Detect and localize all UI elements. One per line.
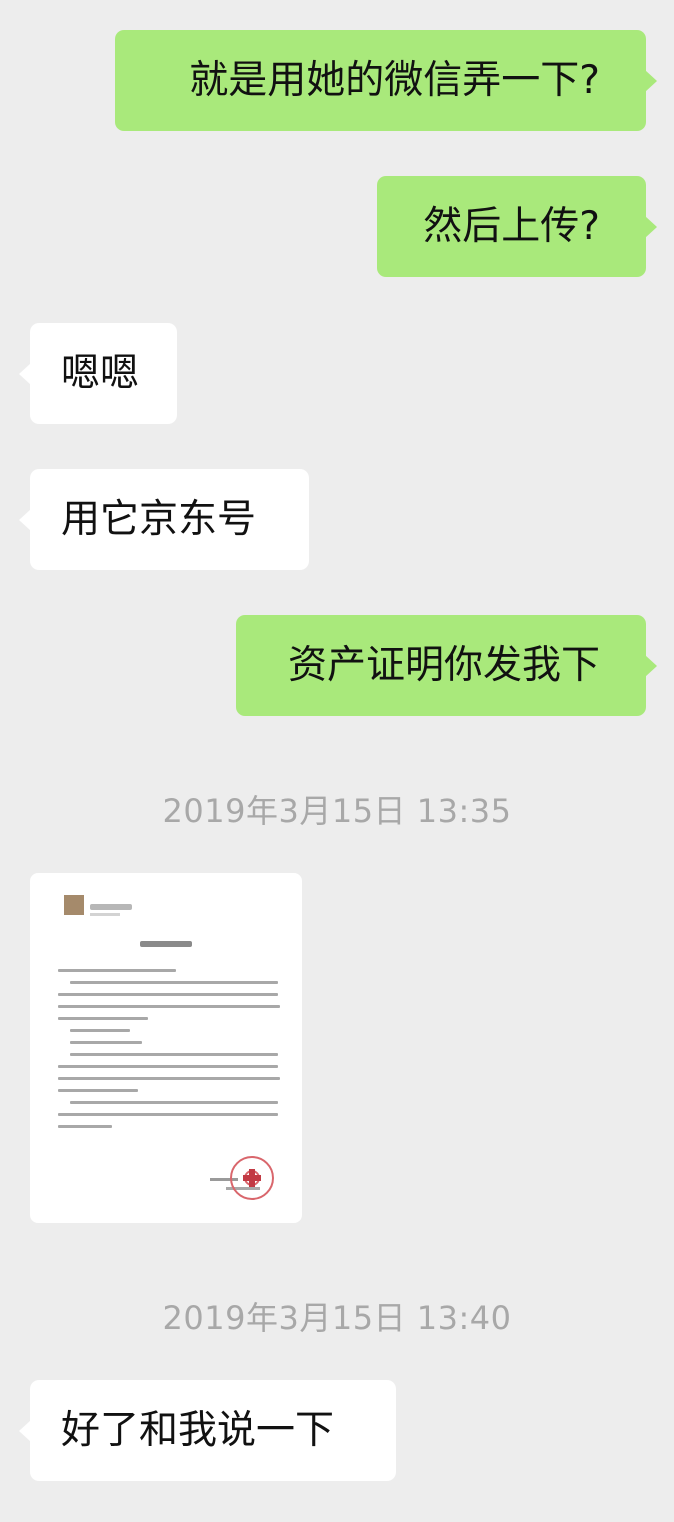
document-text-line <box>58 1017 148 1020</box>
document-text-line <box>70 1029 130 1032</box>
image-message[interactable] <box>30 873 302 1223</box>
timestamp: 2019年3月15日 13:40 <box>162 1299 512 1337</box>
document-text-line <box>70 981 278 984</box>
document-text-line <box>58 1005 280 1008</box>
document-text-line <box>58 993 278 996</box>
message-text: 资产证明你发我下 <box>287 643 600 688</box>
document-text-line <box>58 1089 138 1092</box>
message-text: 然后上传? <box>423 204 600 249</box>
seal-cross <box>243 1175 261 1181</box>
message-text: 好了和我说一下 <box>61 1408 335 1453</box>
document-title <box>140 941 192 947</box>
document-text-line <box>70 1101 278 1104</box>
message-bubble-outgoing[interactable]: 就是用她的微信弄一下? <box>115 30 657 131</box>
document-logo-subtext <box>90 913 120 916</box>
message-text: 嗯嗯 <box>61 351 140 396</box>
document-logo <box>64 895 84 915</box>
message-text: 用它京东号 <box>61 497 257 542</box>
document-text-line <box>58 1077 280 1080</box>
message-bubble-incoming[interactable]: 嗯嗯 <box>19 323 177 424</box>
document-text-line <box>58 1125 112 1128</box>
message-bubble-outgoing[interactable]: 然后上传? <box>377 176 657 277</box>
message-bubble-incoming[interactable]: 好了和我说一下 <box>19 1380 396 1481</box>
document-text-line <box>58 1065 278 1068</box>
red-seal-icon <box>230 1156 274 1200</box>
message-bubble-incoming[interactable]: 用它京东号 <box>19 469 309 570</box>
timestamp: 2019年3月15日 13:35 <box>162 792 512 830</box>
document-text-line <box>58 1113 278 1116</box>
document-text-line <box>58 969 176 972</box>
message-bubble-outgoing[interactable]: 资产证明你发我下 <box>236 615 657 716</box>
message-text: 就是用她的微信弄一下? <box>189 58 600 103</box>
document-logo-text <box>90 904 132 910</box>
document-text-line <box>70 1041 142 1044</box>
document-text-line <box>70 1053 278 1056</box>
